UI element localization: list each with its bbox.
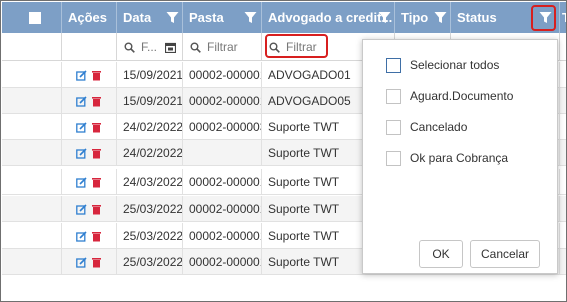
pasta-filter-placeholder: Filtrar [207, 40, 238, 54]
edit-icon[interactable] [76, 69, 87, 81]
header-advogado-label: Advogado a credit... [268, 10, 393, 25]
row-actions-cell [62, 62, 117, 88]
filter-cell-select [2, 33, 62, 61]
trash-icon[interactable] [91, 257, 102, 268]
trash-icon[interactable] [91, 177, 102, 188]
trash-icon[interactable] [91, 70, 102, 81]
row-select-cell [2, 88, 62, 114]
header-truncated: T [560, 2, 566, 33]
row-select-cell [2, 140, 62, 166]
row-select-cell [2, 223, 62, 249]
option-label: Aguard.Documento [410, 89, 514, 103]
advogado-filter-funnel-icon[interactable] [378, 11, 391, 24]
row-actions-cell [62, 249, 117, 275]
row-pasta-cell: 00002-000001 [183, 88, 262, 114]
header-acoes: Ações [62, 2, 117, 33]
tipo-filter-funnel-icon[interactable] [434, 11, 447, 24]
row-data-cell: 25/03/2022 [117, 249, 183, 275]
row-data-cell: 25/03/2022 [117, 196, 183, 222]
option-ok-para-cobranca[interactable]: Ok para Cobrança [386, 149, 508, 167]
row-data-cell: 25/03/2022 [117, 223, 183, 249]
grid-header: Ações Data Pasta Advogado a credit... Ti… [2, 2, 566, 33]
trash-icon[interactable] [91, 231, 102, 242]
header-status[interactable]: Status [451, 2, 560, 33]
row-pasta-cell: 00002-000001 [183, 169, 262, 195]
row-data-cell: 24/03/2022 [117, 169, 183, 195]
row-pasta-cell: 00002-000003 [183, 114, 262, 140]
row-select-cell [2, 196, 62, 222]
row-pasta-cell: 00002-000001 [183, 62, 262, 88]
option-aguard-documento[interactable]: Aguard.Documento [386, 87, 513, 105]
edit-icon[interactable] [76, 203, 87, 215]
row-select-cell [2, 169, 62, 195]
option-checkbox[interactable] [386, 150, 401, 166]
edit-icon[interactable] [76, 230, 87, 242]
row-actions-cell [62, 169, 117, 195]
edit-icon[interactable] [76, 256, 87, 268]
data-grid-window: Ações Data Pasta Advogado a credit... Ti… [0, 0, 567, 302]
data-filter-funnel-icon[interactable] [166, 11, 179, 24]
filter-cell-acoes [62, 33, 117, 61]
row-select-cell [2, 114, 62, 140]
edit-icon[interactable] [76, 147, 87, 159]
pasta-filter-input[interactable]: Filtrar [183, 33, 262, 61]
status-filter-popup: Selecionar todos Aguard.Documento Cancel… [362, 39, 558, 274]
status-filter-funnel-icon[interactable] [539, 11, 552, 24]
trash-icon[interactable] [91, 96, 102, 107]
row-actions-cell [62, 114, 117, 140]
edit-icon[interactable] [76, 95, 87, 107]
select-all-checkbox[interactable] [29, 12, 41, 24]
row-select-cell [2, 249, 62, 275]
calendar-icon[interactable] [165, 42, 177, 53]
option-select-all[interactable]: Selecionar todos [386, 56, 499, 74]
row-select-cell [2, 62, 62, 88]
edit-icon[interactable] [76, 176, 87, 188]
row-pasta-cell: 00002-000001 [183, 223, 262, 249]
edit-icon[interactable] [76, 121, 87, 133]
row-actions-cell [62, 88, 117, 114]
search-icon [124, 42, 135, 53]
data-filter-placeholder: F... [141, 40, 158, 54]
header-pasta[interactable]: Pasta [183, 2, 262, 33]
header-pasta-label: Pasta [189, 10, 224, 25]
row-pasta-cell: 00002-000001 [183, 196, 262, 222]
row-data-cell: 15/09/2021 [117, 62, 183, 88]
row-actions-cell [62, 196, 117, 222]
row-pasta-cell [183, 140, 262, 166]
header-status-label: Status [457, 10, 497, 25]
trash-icon[interactable] [91, 204, 102, 215]
header-acoes-label: Ações [68, 10, 108, 25]
cancel-button[interactable]: Cancelar [470, 240, 540, 268]
row-pasta-cell: 00002-000001 [183, 249, 262, 275]
header-tipo-label: Tipo [401, 10, 429, 25]
option-label: Cancelado [410, 120, 468, 134]
option-label: Ok para Cobrança [410, 151, 509, 165]
row-actions-cell [62, 223, 117, 249]
select-all-checkbox[interactable] [386, 57, 401, 73]
header-truncated-label: T [562, 10, 566, 25]
option-label: Selecionar todos [410, 58, 500, 72]
row-data-cell: 24/02/2022 [117, 140, 183, 166]
header-data[interactable]: Data [117, 2, 183, 33]
pasta-filter-funnel-icon[interactable] [244, 11, 257, 24]
row-data-cell: 15/09/2021 [117, 88, 183, 114]
search-icon [269, 42, 280, 53]
option-cancelado[interactable]: Cancelado [386, 118, 467, 136]
option-checkbox[interactable] [386, 119, 401, 135]
trash-icon[interactable] [91, 148, 102, 159]
option-checkbox[interactable] [386, 88, 401, 104]
header-tipo[interactable]: Tipo [395, 2, 451, 33]
row-data-cell: 24/02/2022 [117, 114, 183, 140]
advogado-filter-placeholder: Filtrar [286, 40, 317, 54]
data-filter-input[interactable]: F... [117, 33, 183, 61]
select-all-header-cell [2, 2, 62, 33]
search-icon [190, 42, 201, 53]
row-actions-cell [62, 140, 117, 166]
header-advogado[interactable]: Advogado a credit... [262, 2, 395, 33]
header-data-label: Data [123, 10, 152, 25]
ok-button[interactable]: OK [419, 240, 463, 268]
trash-icon[interactable] [91, 122, 102, 133]
